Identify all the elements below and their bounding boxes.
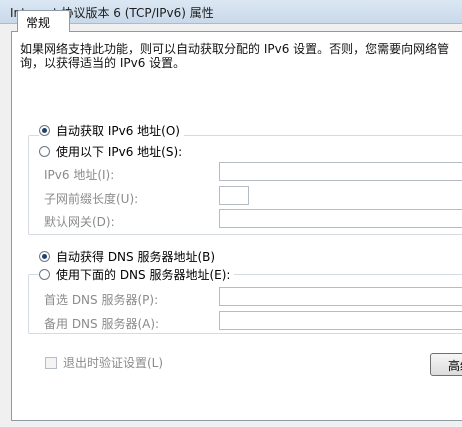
radio-unselected-indicator[interactable] [39, 145, 50, 157]
ipv6-prefix-input[interactable] [219, 186, 249, 205]
dns-auto-radio[interactable]: 自动获得 DNS 服务器地址(B) [39, 248, 220, 264]
ipv6-gateway-label: 默认网关(D): [44, 215, 115, 229]
checkbox-box[interactable] [45, 356, 57, 369]
validate-on-exit-label: 退出时验证设置(L) [63, 356, 164, 370]
ipv6-address-label: IPv6 地址(I): [44, 168, 115, 182]
dns-manual-label: 使用下面的 DNS 服务器地址(E): [56, 267, 231, 282]
ipv6-auto-label: 自动获取 IPv6 地址(O) [56, 123, 180, 138]
ipv6-manual-label: 使用以下 IPv6 地址(S): [56, 144, 183, 159]
ipv6-address-input[interactable] [219, 162, 462, 181]
ipv6-manual-radio[interactable]: 使用以下 IPv6 地址(S): [39, 143, 187, 159]
description-text: 如果网络支持此功能，则可以自动获取分配的 IPv6 设置。否则，您需要向网络管 … [20, 42, 462, 70]
dns-alternate-label: 备用 DNS 服务器(A): [44, 317, 160, 331]
tab-general[interactable]: 常规 [17, 10, 70, 32]
advanced-button[interactable]: 高级 [430, 353, 462, 376]
description-line-1: 如果网络支持此功能，则可以自动获取分配的 IPv6 设置。否则，您需要向网络管 [20, 42, 450, 56]
radio-selected-indicator[interactable] [39, 124, 50, 136]
dns-preferred-input[interactable] [219, 287, 462, 306]
radio-selected-indicator[interactable] [39, 250, 50, 262]
dns-manual-radio[interactable]: 使用下面的 DNS 服务器地址(E): [39, 266, 235, 282]
ipv6-prefix-label: 子网前缀长度(U): [44, 192, 139, 206]
radio-unselected-indicator[interactable] [39, 268, 50, 280]
dns-auto-label: 自动获得 DNS 服务器地址(B) [56, 249, 216, 264]
ipv6-auto-radio[interactable]: 自动获取 IPv6 地址(O) [39, 122, 184, 138]
validate-on-exit-checkbox[interactable]: 退出时验证设置(L) [45, 354, 163, 371]
ipv6-gateway-input[interactable] [219, 209, 462, 228]
dns-alternate-input[interactable] [219, 311, 462, 330]
description-line-2: 询，以获得适当的 IPv6 设置。 [20, 56, 186, 70]
dns-preferred-label: 首选 DNS 服务器(P): [44, 293, 159, 307]
